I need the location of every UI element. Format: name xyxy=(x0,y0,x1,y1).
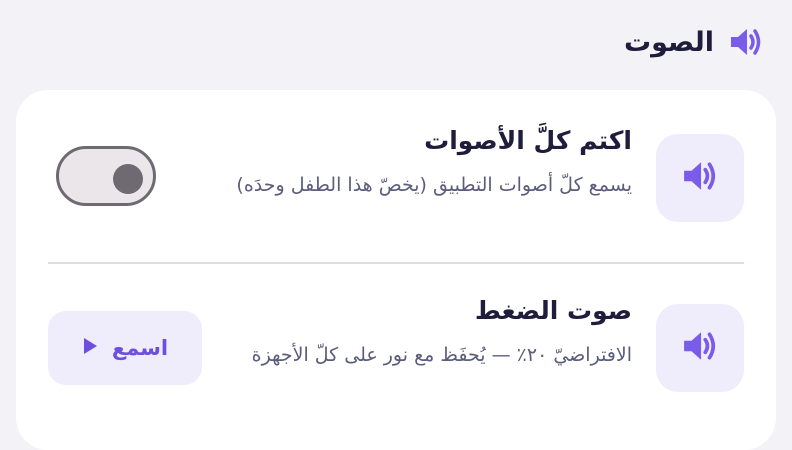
tap-sound-title: صوت الضغط xyxy=(474,296,632,325)
mute-all-icon-tile xyxy=(656,134,744,222)
tap-sound-icon-tile xyxy=(656,304,744,392)
section-title: الصوت xyxy=(623,26,714,58)
mute-all-row: اكتم كلَّ الأصوات يسمع كلّ أصوات التطبيق… xyxy=(48,122,744,262)
toggle-knob xyxy=(113,164,143,194)
speaker-icon xyxy=(682,160,718,196)
tap-sound-description: الافتراضيّ ٢٠٪ — يُحفَظ مع نور على كلّ ا… xyxy=(251,344,632,366)
play-icon xyxy=(82,337,98,359)
divider xyxy=(48,262,744,264)
speaker-icon xyxy=(682,330,718,366)
mute-all-toggle[interactable] xyxy=(56,146,156,206)
listen-button-label: اسمع xyxy=(111,336,169,360)
tap-sound-text: صوت الضغط الافتراضيّ ٢٠٪ — يُحفَظ مع نور… xyxy=(212,292,632,370)
tap-sound-row: صوت الضغط الافتراضيّ ٢٠٪ — يُحفَظ مع نور… xyxy=(48,292,744,432)
section-header: الصوت xyxy=(624,24,764,60)
mute-all-text: اكتم كلَّ الأصوات يسمع كلّ أصوات التطبيق… xyxy=(212,122,632,200)
mute-all-title: اكتم كلَّ الأصوات xyxy=(424,126,632,155)
sound-settings-card: اكتم كلَّ الأصوات يسمع كلّ أصوات التطبيق… xyxy=(16,90,776,450)
speaker-icon xyxy=(728,24,764,60)
listen-button[interactable]: اسمع xyxy=(48,311,202,385)
mute-all-description: يسمع كلّ أصوات التطبيق (يخصّ هذا الطفل و… xyxy=(236,174,632,196)
